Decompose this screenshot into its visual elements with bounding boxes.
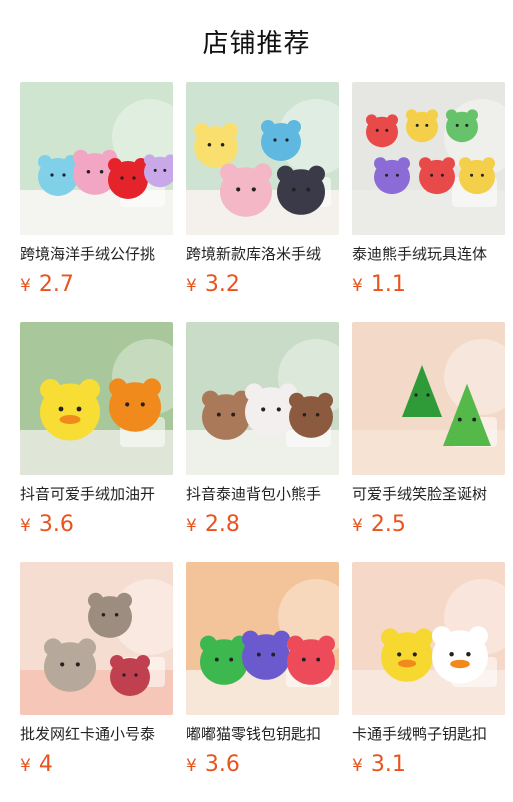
product-image[interactable]: [20, 322, 173, 475]
product-image-art: [352, 82, 505, 235]
currency-symbol: ¥: [186, 756, 197, 776]
product-grid: 跨境海洋手绒公仔挑 ¥2.7 跨境新款库洛米手绒 ¥3.2 泰迪熊手绒玩具连体 ¥1.1 抖…: [20, 82, 506, 802]
product-title[interactable]: 嘟嘟猫零钱包钥匙扣: [186, 723, 339, 745]
price-value: 1.1: [370, 272, 406, 297]
product-card[interactable]: 可爱手绒笑脸圣诞树 ¥2.5: [352, 322, 505, 562]
product-title[interactable]: 跨境新款库洛米手绒: [186, 243, 339, 265]
currency-symbol: ¥: [352, 276, 363, 296]
product-title[interactable]: 抖音可爱手绒加油开: [20, 483, 173, 505]
product-image-art: [352, 322, 505, 475]
currency-symbol: ¥: [20, 516, 31, 536]
product-price: ¥2.8: [186, 511, 339, 540]
product-image[interactable]: [20, 562, 173, 715]
price-value: 2.8: [204, 512, 240, 537]
product-image-art: [186, 562, 339, 715]
currency-symbol: ¥: [186, 276, 197, 296]
currency-symbol: ¥: [186, 516, 197, 536]
product-card[interactable]: 嘟嘟猫零钱包钥匙扣 ¥3.6: [186, 562, 339, 802]
product-image[interactable]: [352, 562, 505, 715]
product-card[interactable]: 批发网红卡通小号泰 ¥4: [20, 562, 173, 802]
product-card[interactable]: 跨境海洋手绒公仔挑 ¥2.7: [20, 82, 173, 322]
price-value: 3.1: [370, 752, 406, 777]
product-image[interactable]: [352, 82, 505, 235]
product-price: ¥3.1: [352, 751, 505, 780]
product-title[interactable]: 跨境海洋手绒公仔挑: [20, 243, 173, 265]
price-value: 3.2: [204, 272, 240, 297]
product-image[interactable]: [186, 82, 339, 235]
product-title[interactable]: 卡通手绒鸭子钥匙扣: [352, 723, 505, 745]
price-value: 2.5: [370, 512, 406, 537]
product-price: ¥2.5: [352, 511, 505, 540]
price-value: 2.7: [38, 272, 74, 297]
product-price: ¥2.7: [20, 271, 173, 300]
price-value: 4: [38, 752, 53, 777]
product-card[interactable]: 泰迪熊手绒玩具连体 ¥1.1: [352, 82, 505, 322]
product-price: ¥3.2: [186, 271, 339, 300]
product-card[interactable]: 卡通手绒鸭子钥匙扣 ¥3.1: [352, 562, 505, 802]
product-card[interactable]: 抖音泰迪背包小熊手 ¥2.8: [186, 322, 339, 562]
product-price: ¥1.1: [352, 271, 505, 300]
currency-symbol: ¥: [352, 756, 363, 776]
product-title[interactable]: 可爱手绒笑脸圣诞树: [352, 483, 505, 505]
product-image-art: [20, 322, 173, 475]
page-header: 店铺推荐: [0, 0, 513, 82]
product-image-art: [186, 82, 339, 235]
currency-symbol: ¥: [20, 756, 31, 776]
product-image[interactable]: [186, 562, 339, 715]
product-title[interactable]: 泰迪熊手绒玩具连体: [352, 243, 505, 265]
product-price: ¥3.6: [186, 751, 339, 780]
product-image-art: [20, 562, 173, 715]
product-card[interactable]: 抖音可爱手绒加油开 ¥3.6: [20, 322, 173, 562]
product-card[interactable]: 跨境新款库洛米手绒 ¥3.2: [186, 82, 339, 322]
product-title[interactable]: 批发网红卡通小号泰: [20, 723, 173, 745]
product-image-art: [186, 322, 339, 475]
currency-symbol: ¥: [352, 516, 363, 536]
price-value: 3.6: [38, 512, 74, 537]
product-image[interactable]: [186, 322, 339, 475]
product-price: ¥3.6: [20, 511, 173, 540]
product-price: ¥4: [20, 751, 173, 780]
page-title: 店铺推荐: [202, 28, 311, 59]
product-image-art: [352, 562, 505, 715]
product-title[interactable]: 抖音泰迪背包小熊手: [186, 483, 339, 505]
currency-symbol: ¥: [20, 276, 31, 296]
product-image-art: [20, 82, 173, 235]
product-image[interactable]: [352, 322, 505, 475]
product-image[interactable]: [20, 82, 173, 235]
price-value: 3.6: [204, 752, 240, 777]
